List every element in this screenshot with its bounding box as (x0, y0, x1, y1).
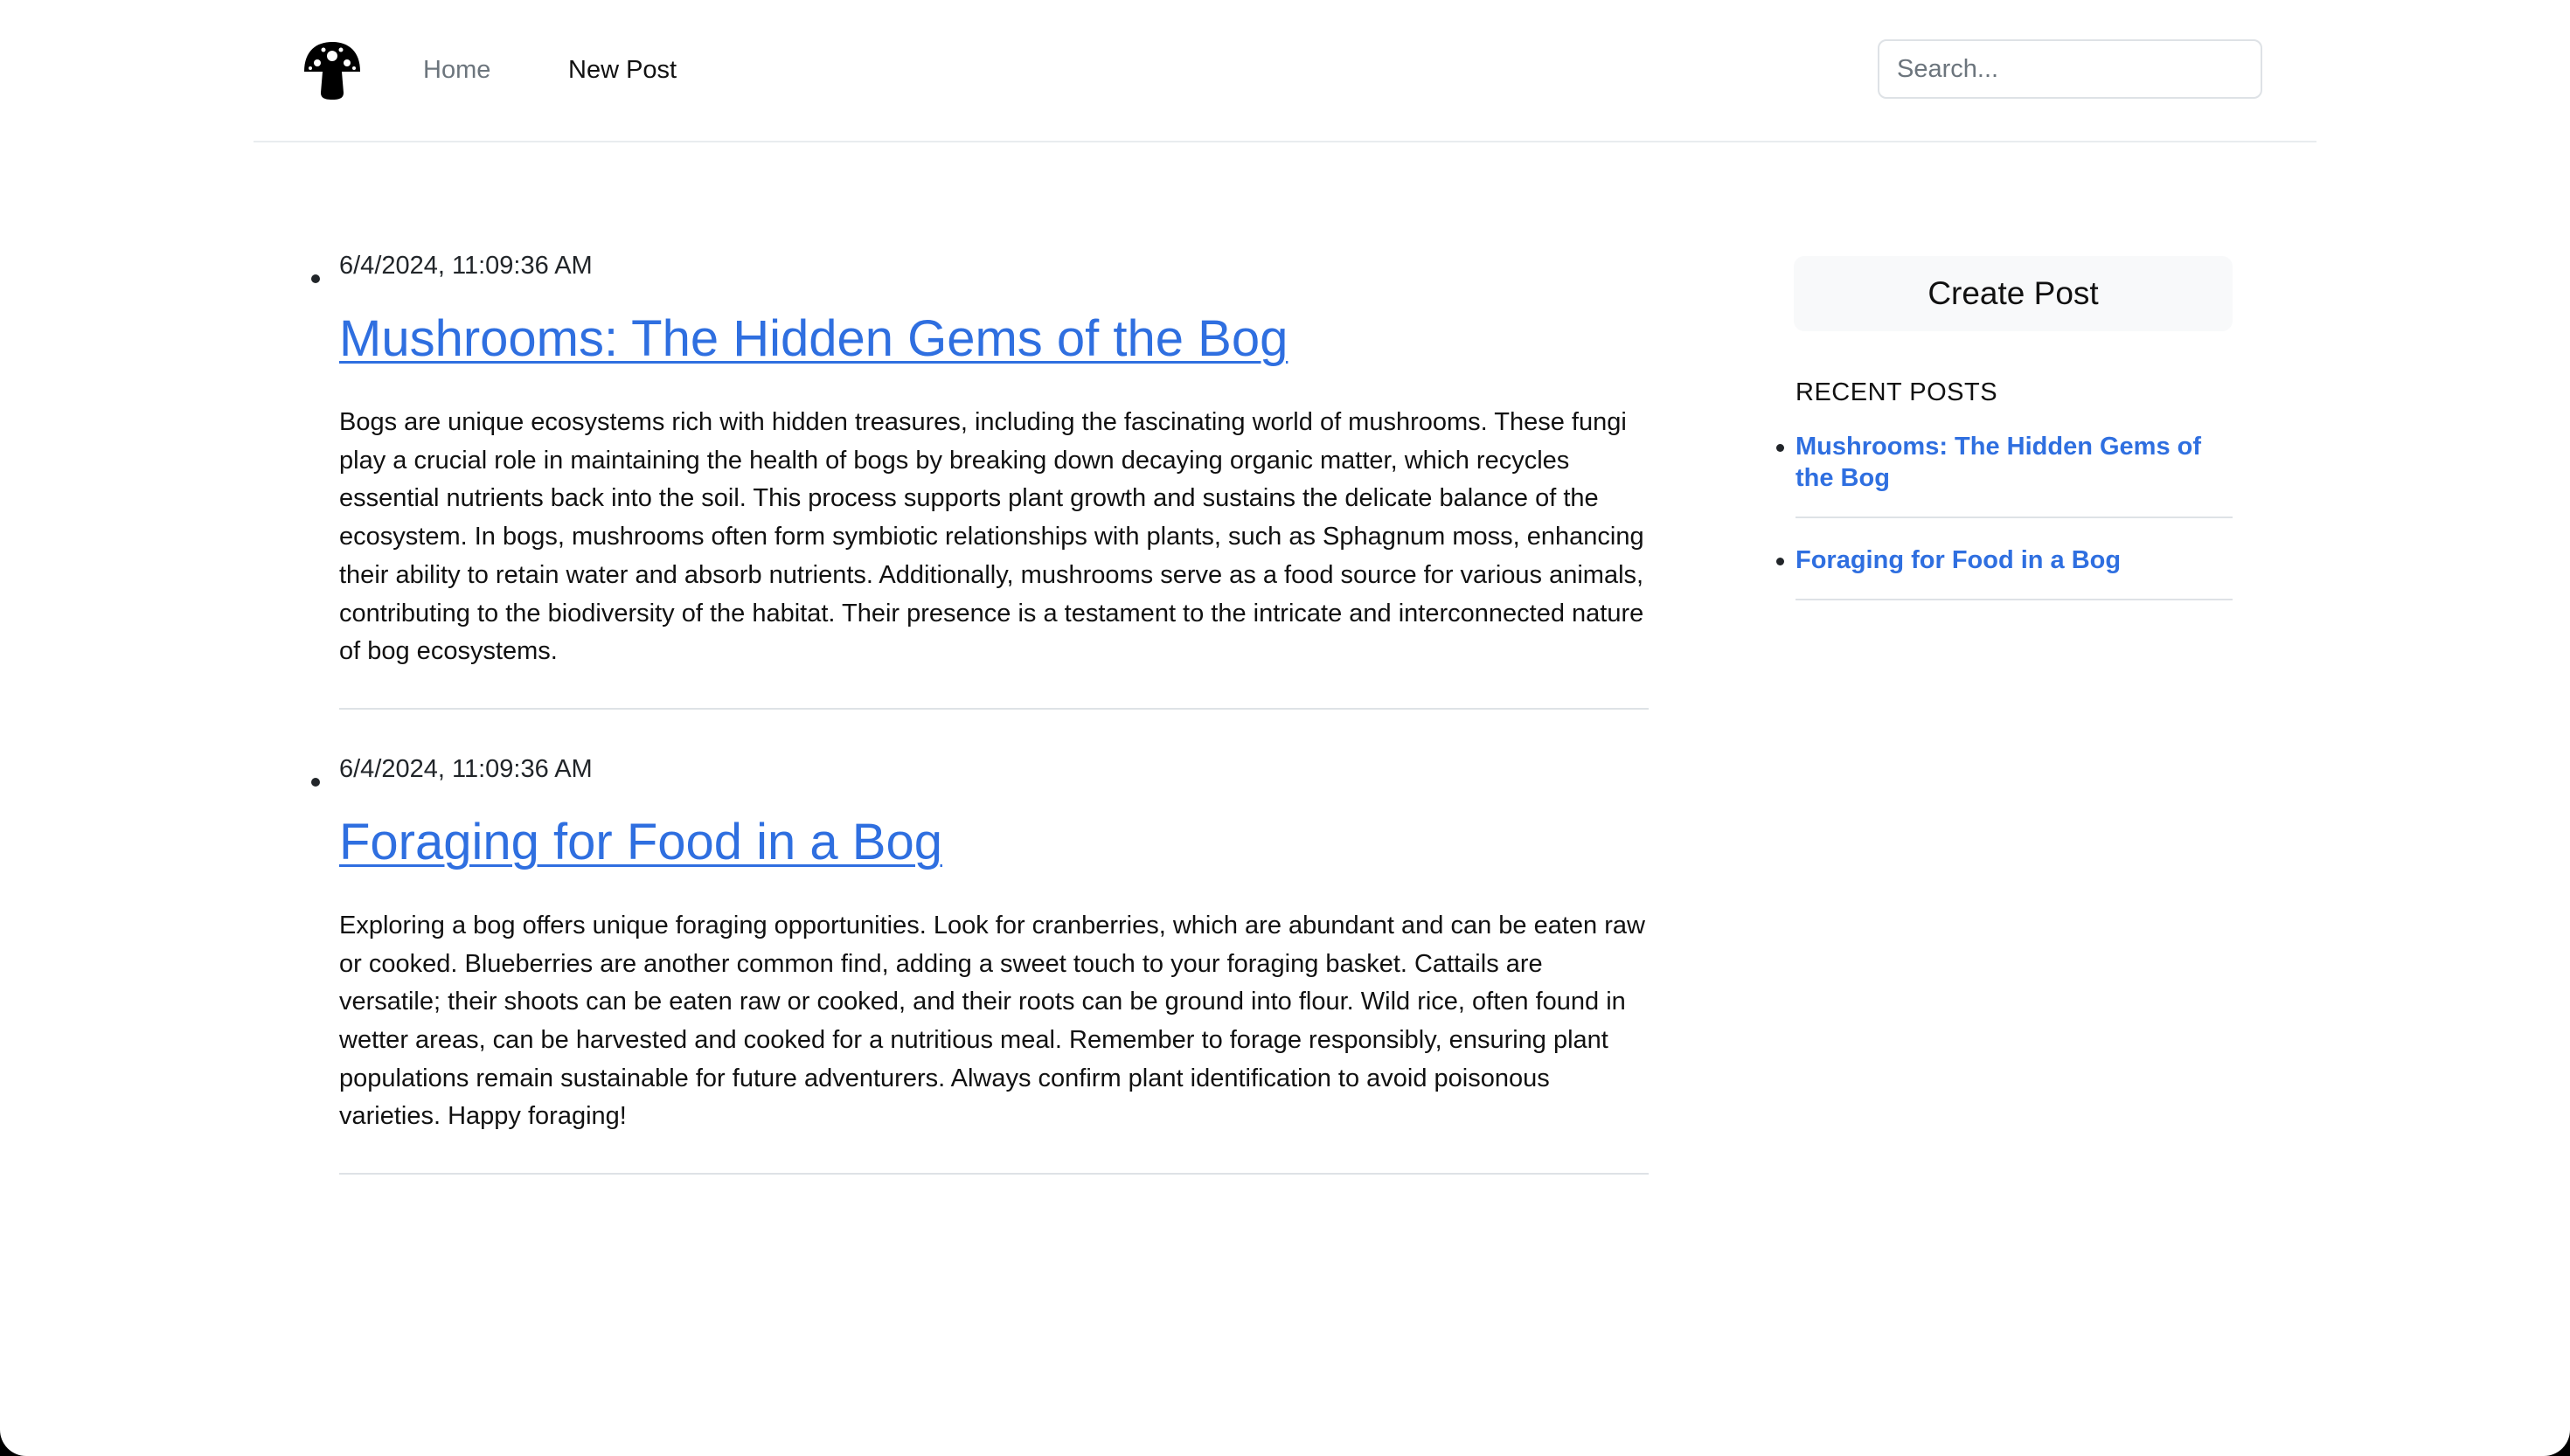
post-date: 6/4/2024, 11:09:36 AM (339, 252, 593, 280)
recent-posts-heading: RECENT POSTS (1796, 378, 1998, 406)
post-date: 6/4/2024, 11:09:36 AM (339, 754, 593, 783)
post-title-link[interactable]: Mushrooms: The Hidden Gems of the Bog (339, 309, 1649, 369)
recent-post-item: Foraging for Food in a Bog (1776, 544, 2233, 600)
sidebar: Create Post RECENT POSTS Mushrooms: The … (1776, 256, 2233, 600)
recent-post-link[interactable]: Foraging for Food in a Bog (1796, 546, 2121, 574)
create-post-button[interactable]: Create Post (1794, 256, 2233, 331)
post-title-link[interactable]: Foraging for Food in a Bog (339, 813, 1649, 872)
search-input[interactable] (1878, 39, 2262, 99)
site-header: Home New Post (254, 0, 2316, 142)
post-item: 6/4/2024, 11:09:36 AM Mushrooms: The Hid… (311, 245, 1649, 710)
post-list: 6/4/2024, 11:09:36 AM Mushrooms: The Hid… (311, 245, 1649, 1175)
app-window: Home New Post 6/4/2024, 11:09:36 AM Mush… (0, 0, 2570, 1456)
nav-home-link[interactable]: Home (423, 54, 490, 86)
post-body: Bogs are unique ecosystems rich with hid… (339, 408, 1644, 666)
post-item: 6/4/2024, 11:09:36 AM Foraging for Food … (311, 748, 1649, 1175)
post-body: Exploring a bog offers unique foraging o… (339, 911, 1645, 1131)
recent-posts-list: Mushrooms: The Hidden Gems of the Bog Fo… (1776, 431, 2233, 600)
recent-post-link[interactable]: Mushrooms: The Hidden Gems of the Bog (1796, 433, 2201, 492)
mushroom-icon[interactable] (301, 38, 364, 101)
recent-post-item: Mushrooms: The Hidden Gems of the Bog (1776, 431, 2233, 518)
nav-new-post-link[interactable]: New Post (568, 54, 677, 86)
